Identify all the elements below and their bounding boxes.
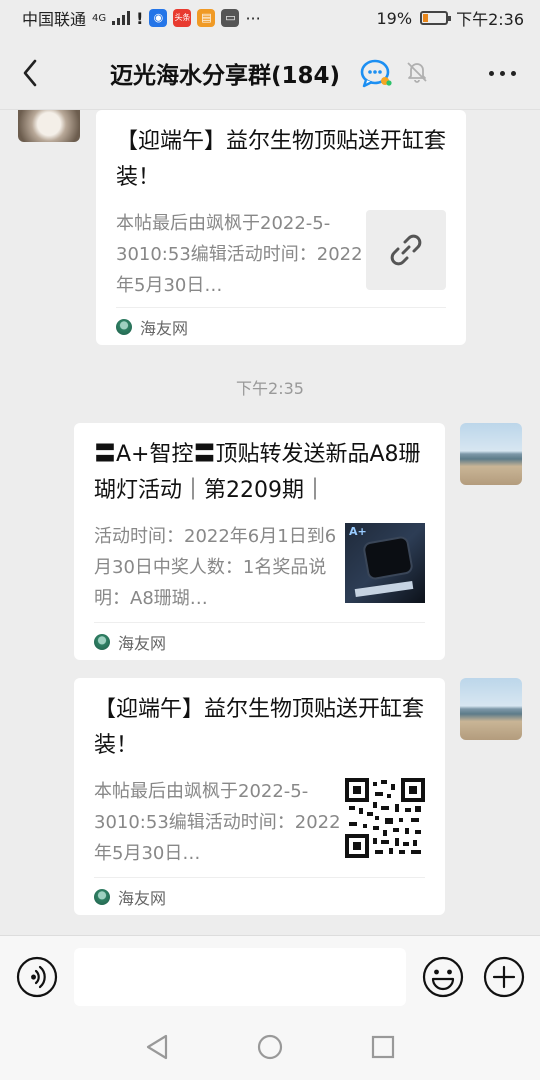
triangle-back-icon xyxy=(146,1034,168,1059)
app-notification-icon: ◉ xyxy=(149,9,168,27)
card-description: 活动时间：2022年6月1日到6月30日中奖人数：1名奖品说明：A8珊瑚… xyxy=(94,526,337,609)
system-nav-bar xyxy=(0,1017,540,1080)
status-bar: 中国联通 4G ! ◉ 头条 ▤ ▭ ··· 19% 下午2:36 xyxy=(0,0,540,36)
mute-bell-icon xyxy=(405,60,429,88)
sender-avatar[interactable] xyxy=(18,110,80,142)
shared-link-card[interactable]: 【迎端午】益尔生物顶贴送开缸套装！ 本帖最后由飒枫于2022-5-3010:53… xyxy=(74,678,445,915)
dot-icon xyxy=(489,70,494,76)
nav-back-button[interactable] xyxy=(145,1034,169,1064)
message-icon: ▭ xyxy=(221,9,240,27)
source-name: 海友网 xyxy=(118,633,167,653)
nav-home-button[interactable] xyxy=(257,1034,283,1064)
toutiao-icon: 头条 xyxy=(173,9,192,27)
wallet-icon: ▤ xyxy=(197,9,216,27)
shared-link-card[interactable]: 【迎端午】益尔生物顶贴送开缸套装！ 本帖最后由飒枫于2022-5-3010:53… xyxy=(96,110,466,345)
voice-icon xyxy=(16,956,58,998)
link-icon xyxy=(366,210,446,290)
battery-icon xyxy=(420,11,452,25)
card-description: 本帖最后由飒枫于2022-5-3010:53编辑活动时间：2022年5月30日… xyxy=(94,781,341,864)
smiley-icon xyxy=(422,956,464,998)
card-title: 【迎端午】益尔生物顶贴送开缸套装！ xyxy=(116,129,446,190)
haiyou-logo-icon xyxy=(116,318,132,335)
clock: 下午2:36 xyxy=(456,10,524,29)
source-name: 海友网 xyxy=(140,318,189,338)
network-type: 4G xyxy=(92,12,107,24)
chat-area[interactable]: 【迎端午】益尔生物顶贴送开缸套装！ 本帖最后由飒枫于2022-5-3010:53… xyxy=(0,110,540,935)
shared-link-card[interactable]: 〓A+智控〓顶贴转发送新品A8珊 瑚灯活动｜第2209期｜ 活动时间：2022年… xyxy=(74,423,445,660)
chevron-left-icon xyxy=(23,59,37,86)
dot-icon xyxy=(511,70,516,76)
card-source: 海友网 xyxy=(94,622,425,660)
card-title: 〓A+智控〓顶贴转发送新品A8珊 瑚灯活动｜第2209期｜ xyxy=(94,442,421,503)
card-title: 【迎端午】益尔生物顶贴送开缸套装！ xyxy=(94,697,425,758)
back-button[interactable] xyxy=(0,36,60,110)
circle-home-icon xyxy=(257,1034,283,1059)
more-options-button[interactable] xyxy=(489,60,516,86)
carrier-label: 中国联通 xyxy=(22,10,87,29)
qr-code-icon xyxy=(345,778,425,858)
nav-recents-button[interactable] xyxy=(371,1035,395,1063)
message-input[interactable] xyxy=(74,948,406,1006)
my-avatar[interactable] xyxy=(460,423,522,485)
timestamp-separator: 下午2:35 xyxy=(236,379,304,398)
source-name: 海友网 xyxy=(118,888,167,908)
alert-icon: ! xyxy=(136,8,144,28)
chat-title: 迈光海水分享群(184) xyxy=(110,63,341,89)
haiyou-logo-icon xyxy=(94,633,110,650)
dot-icon xyxy=(500,70,505,76)
haiyou-logo-icon xyxy=(94,888,110,905)
thumb-tag: A+ xyxy=(349,525,367,538)
card-source: 海友网 xyxy=(94,877,425,915)
group-chat-icon xyxy=(360,58,392,92)
emoji-button[interactable] xyxy=(422,956,464,1002)
battery-percent: 19% xyxy=(376,8,413,28)
plus-icon xyxy=(483,956,525,998)
more-functions-button[interactable] xyxy=(483,956,525,1002)
product-thumbnail: A+ xyxy=(345,523,425,603)
card-description: 本帖最后由飒枫于2022-5-3010:53编辑活动时间：2022年5月30日… xyxy=(116,213,363,296)
signal-icon xyxy=(112,11,131,25)
title-bar: 迈光海水分享群(184) xyxy=(0,36,540,110)
square-recents-icon xyxy=(371,1035,395,1058)
more-notifications-icon: ··· xyxy=(245,8,261,28)
input-bar xyxy=(0,935,540,1017)
voice-input-button[interactable] xyxy=(16,956,58,1002)
card-source: 海友网 xyxy=(116,307,446,345)
my-avatar[interactable] xyxy=(460,678,522,740)
